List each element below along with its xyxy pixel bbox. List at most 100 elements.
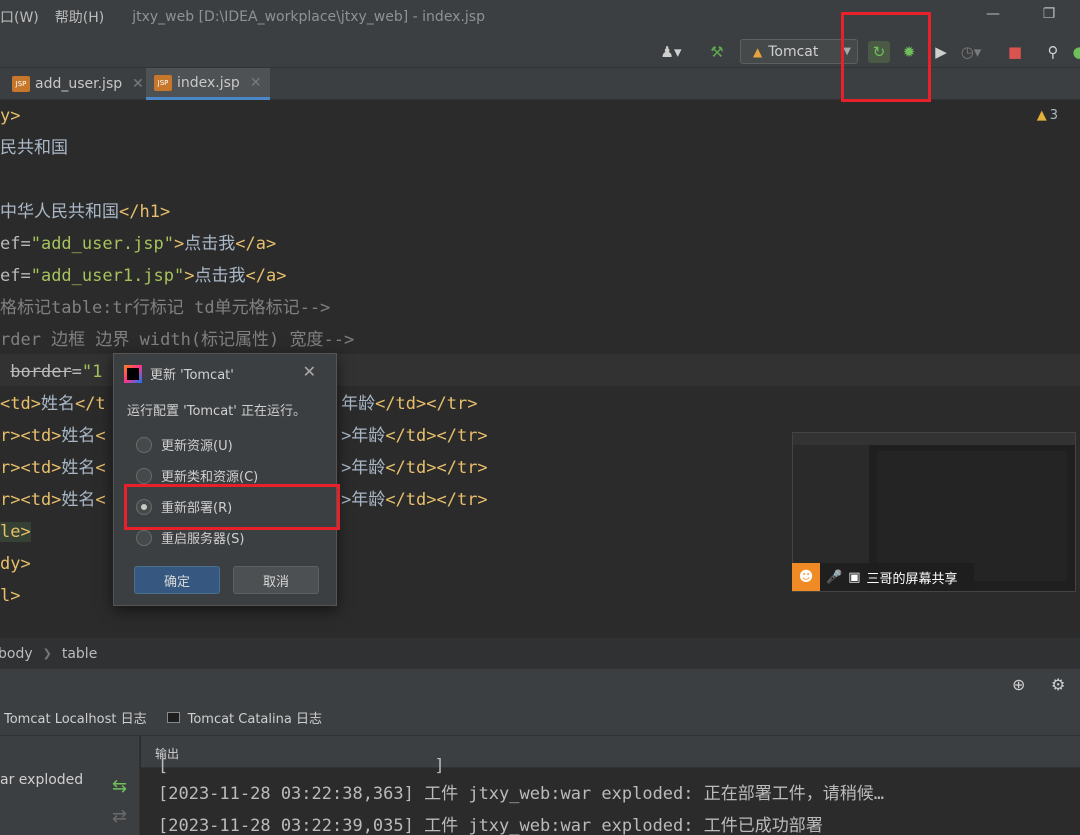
console-line: [2023-11-28 03:22:38,363] 工件 jtxy_web:wa… [158, 784, 884, 804]
code-token: r><td> [0, 426, 62, 446]
code-token: </td></tr> [385, 490, 488, 510]
dialog-title-bar: 更新 'Tomcat' [124, 364, 234, 383]
menu-window[interactable]: 口(W) [0, 7, 47, 27]
code-token: > [184, 266, 195, 286]
deploy-arrows-icon[interactable]: ⇆ [112, 776, 127, 797]
radio-button[interactable] [136, 529, 152, 546]
code-token: border [10, 362, 72, 382]
code-token: le> [0, 522, 31, 542]
annotation-box-toolbar [841, 12, 931, 102]
tab-tomcat-localhost-log[interactable]: Tomcat Localhost 日志 [4, 708, 147, 727]
code-token: r><td> [0, 458, 62, 478]
ok-button[interactable]: 确定 [134, 566, 220, 594]
option-label: 重启服务器(S) [161, 532, 245, 547]
code-token: < [95, 490, 106, 510]
breadcrumb-item-body[interactable]: body [0, 646, 33, 662]
tab-tomcat-catalina-log[interactable]: Tomcat Catalina 日志 [166, 708, 322, 727]
menu-help[interactable]: 帮助(H) [47, 7, 112, 27]
code-token: </td></tr> [375, 394, 478, 414]
code-line: 中华人民共和国</h1> [0, 196, 170, 228]
option-label: 更新资源(U) [161, 439, 233, 454]
code-token: 中华人民共和国 [0, 202, 119, 222]
code-token: rder 边框 边界 width(标记属性) 宽度--> [0, 330, 355, 350]
chevron-right-icon: ❯ [42, 647, 52, 660]
stop-icon[interactable]: ■ [1004, 41, 1026, 63]
log-tab-label: Tomcat Catalina 日志 [187, 712, 322, 727]
breadcrumb: body ❯ table [0, 638, 1080, 668]
code-token: ef= [0, 234, 31, 254]
code-line: 民共和国 [0, 132, 68, 164]
code-line: y> [0, 100, 20, 132]
build-hammer-icon[interactable]: ⚒ [706, 41, 728, 63]
code-line: 格标记table:tr行标记 td单元格标记--> [0, 292, 330, 324]
code-token: = [71, 362, 82, 382]
code-token: < [95, 426, 106, 446]
code-token: l> [0, 586, 21, 606]
user-icon[interactable]: ♟▾ [660, 41, 682, 63]
tab-label: index.jsp [177, 74, 240, 91]
share-label-text: 三哥的屏幕共享 [866, 571, 958, 587]
console-line: [2023-11-28 03:22:39,035] 工件 jtxy_web:wa… [158, 816, 823, 835]
code-token: 姓名 [61, 458, 96, 478]
warning-indicator[interactable]: ▲ 3 [1037, 108, 1058, 123]
run-config-label: Tomcat [768, 43, 819, 60]
code-token: dy> [0, 554, 31, 574]
profile-icon[interactable]: ◷▾ [960, 41, 982, 63]
search-icon[interactable]: ⚲ [1042, 41, 1064, 63]
target-icon[interactable]: ⊕ [1012, 675, 1025, 694]
plugin-icon[interactable]: ● [1068, 41, 1080, 63]
code-token: </a> [245, 266, 287, 286]
code-token: 格标记table:tr行标记 td单元格标记--> [0, 298, 331, 318]
option-update-classes-resources[interactable]: 更新类和资源(C) [136, 466, 258, 485]
gear-icon[interactable]: ⚙ [1051, 675, 1065, 694]
code-line: dy> [0, 548, 31, 580]
tree-item-artifact[interactable]: ar exploded [0, 772, 83, 788]
dialog-message: 运行配置 'Tomcat' 正在运行。 [127, 404, 306, 419]
breadcrumb-item-table[interactable]: table [62, 646, 97, 662]
code-token: </td></tr> [385, 426, 488, 446]
jsp-file-icon: JSP [12, 76, 30, 92]
radio-button[interactable] [136, 436, 152, 453]
console-output[interactable]: [ ] [2023-11-28 03:22:38,363] 工件 jtxy_we… [141, 756, 1080, 835]
code-token: 点击我 [184, 234, 236, 254]
code-token: ef= [0, 266, 31, 286]
code-token: "1 [81, 362, 103, 382]
close-icon[interactable]: ✕ [250, 75, 262, 91]
restore-button[interactable]: ❐ [1034, 6, 1064, 28]
code-token: </t [74, 394, 106, 414]
code-token: 姓名 [40, 394, 75, 414]
intellij-logo-icon [124, 364, 142, 383]
update-tomcat-dialog: 更新 'Tomcat' ✕ 运行配置 'Tomcat' 正在运行。 更新资源(U… [113, 353, 337, 606]
undeploy-arrows-icon[interactable]: ⇄ [112, 806, 127, 827]
code-token: 姓名 [61, 426, 96, 446]
tab-add-user-jsp[interactable]: JSP add_user.jsp ✕ [4, 68, 152, 100]
services-panel-header: ⊕ ⚙ [0, 668, 1080, 700]
tab-index-jsp[interactable]: JSP index.jsp ✕ [146, 68, 270, 100]
code-token: 姓名 [61, 490, 96, 510]
dialog-close-icon[interactable]: ✕ [303, 362, 316, 381]
run-with-coverage-icon[interactable]: ▶ [930, 41, 952, 63]
code-token: </a> [235, 234, 277, 254]
microphone-icon[interactable]: 🎤 [826, 570, 842, 585]
code-token: 点击我 [194, 266, 246, 286]
option-label: 更新类和资源(C) [161, 470, 259, 485]
avatar-icon: ☻ [792, 563, 820, 591]
code-token: "add_user.jsp" [30, 234, 175, 254]
code-token: r><td> [0, 490, 62, 510]
option-update-resources[interactable]: 更新资源(U) [136, 435, 233, 454]
minimize-button[interactable]: — [978, 6, 1008, 28]
option-restart-server[interactable]: 重启服务器(S) [136, 528, 244, 547]
thumbnail-code [877, 451, 1067, 581]
code-line: l> [0, 580, 20, 612]
close-icon[interactable]: ✕ [132, 76, 144, 92]
code-line: ef="add_user.jsp">点击我</a> [0, 228, 276, 260]
tab-label: add_user.jsp [35, 76, 123, 92]
code-line: le> [0, 516, 31, 548]
screen-icon[interactable]: ▣ [848, 570, 860, 585]
code-token: <td> [0, 394, 41, 414]
cancel-button[interactable]: 取消 [233, 566, 319, 594]
log-tab-label: Tomcat Localhost 日志 [4, 712, 147, 727]
radio-button[interactable] [136, 467, 152, 484]
code-token: y> [0, 106, 21, 126]
